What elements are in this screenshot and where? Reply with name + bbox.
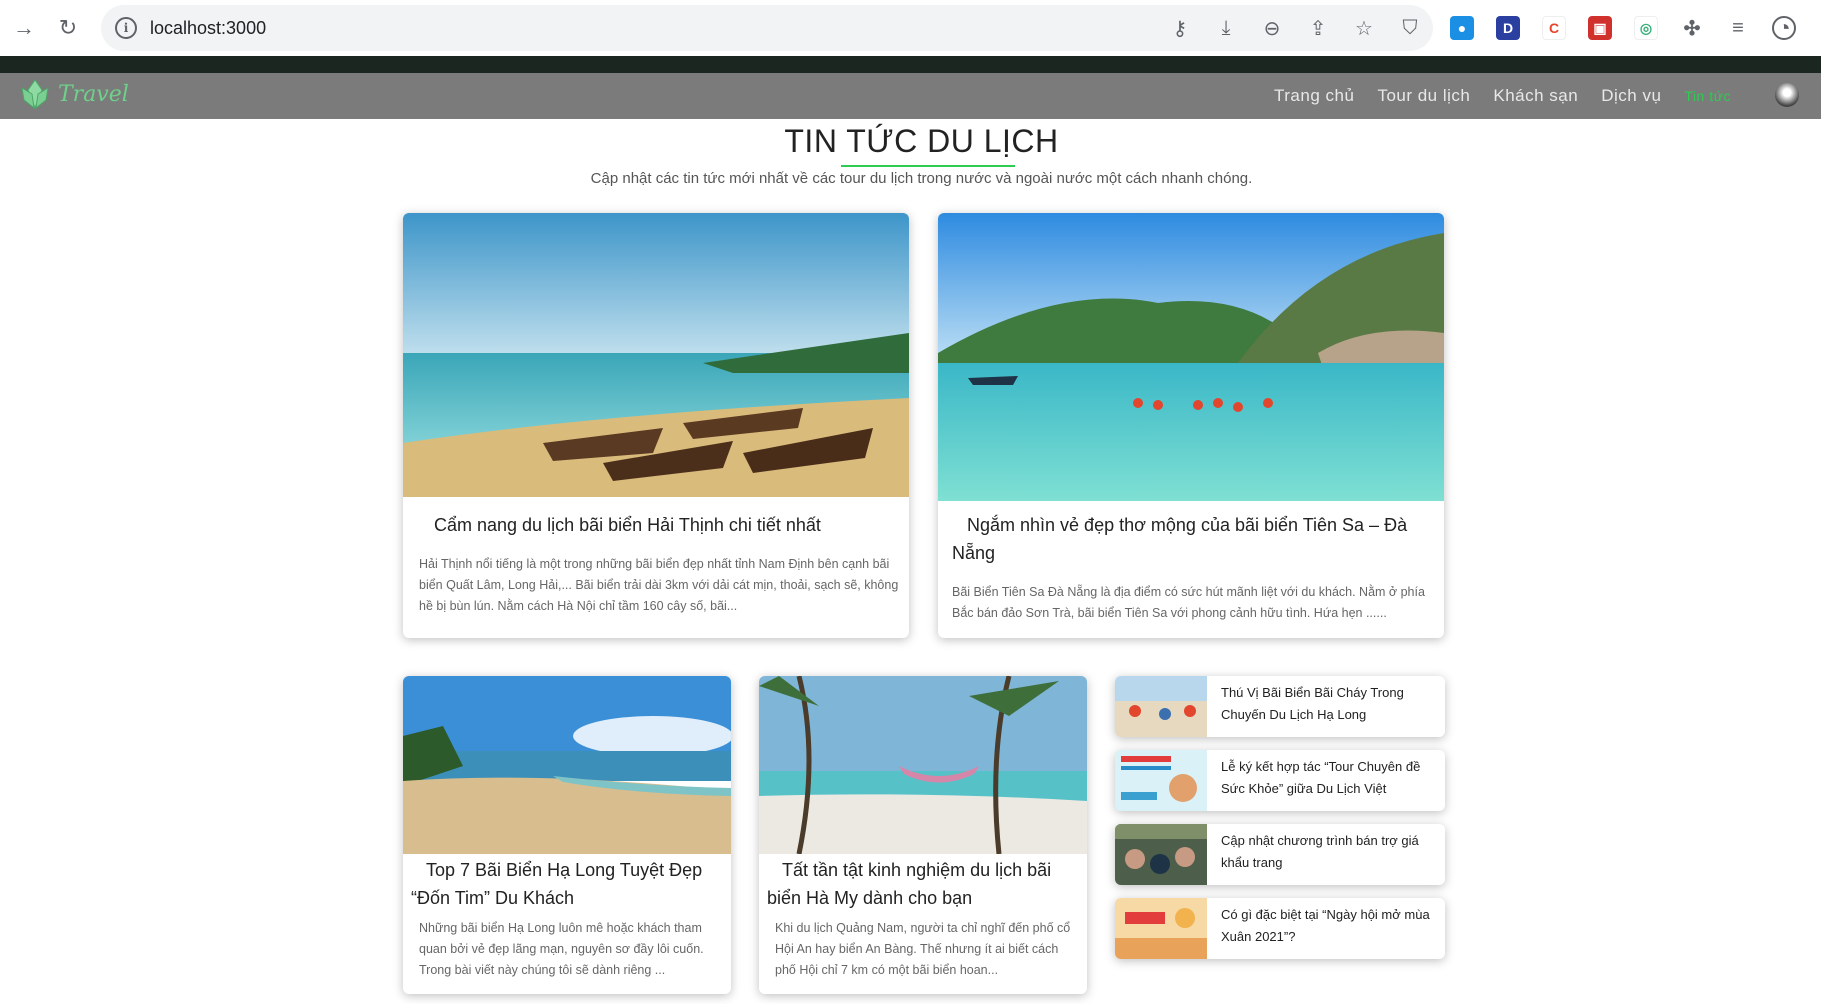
card-excerpt: Bãi Biển Tiên Sa Đà Nẵng là địa điểm có … bbox=[952, 585, 1425, 620]
palm-beach-image bbox=[403, 676, 731, 854]
news-thumbnail bbox=[1115, 750, 1207, 811]
news-thumbnail bbox=[1115, 676, 1207, 737]
nav-tours[interactable]: Tour du lịch bbox=[1377, 86, 1470, 106]
avatar[interactable] bbox=[1775, 83, 1799, 107]
hammock-beach-image bbox=[759, 676, 1087, 854]
article-card[interactable]: Top 7 Bãi Biển Hạ Long Tuyệt Đẹp “Đốn Ti… bbox=[403, 676, 731, 994]
d-extension-icon[interactable]: D bbox=[1496, 16, 1520, 40]
puzzle-icon[interactable]: ✣ bbox=[1680, 16, 1704, 40]
share-icon[interactable]: ⇪ bbox=[1305, 15, 1331, 41]
nav-news[interactable]: Tin tức bbox=[1684, 88, 1731, 104]
nav-hotels[interactable]: Khách sạn bbox=[1493, 86, 1578, 106]
profile-icon[interactable]: ◔ bbox=[1772, 15, 1796, 40]
featured-card[interactable]: Cẩm nang du lịch bãi biển Hải Thịnh chi … bbox=[403, 213, 909, 638]
sidebar-news-title[interactable]: Thú Vị Bãi Biển Bãi Cháy Trong Chuyến Du… bbox=[1221, 682, 1445, 726]
card-excerpt: Hải Thịnh nổi tiếng là một trong những b… bbox=[419, 557, 899, 613]
key-icon[interactable]: ⚷ bbox=[1167, 15, 1193, 41]
logo[interactable]: Travel bbox=[18, 78, 129, 110]
card-title[interactable]: Top 7 Bãi Biển Hạ Long Tuyệt Đẹp “Đốn Ti… bbox=[411, 856, 723, 912]
card-excerpt: Khi du lịch Quảng Nam, người ta chỉ nghĩ… bbox=[775, 921, 1071, 977]
playlist-icon[interactable]: ≡ bbox=[1726, 16, 1750, 40]
news-thumbnail bbox=[1115, 824, 1207, 885]
card-title[interactable]: Ngắm nhìn vẻ đẹp thơ mộng của bãi biển T… bbox=[952, 511, 1432, 567]
sidebar-news-title[interactable]: Có gì đặc biệt tại “Ngày hội mở mùa Xuân… bbox=[1221, 904, 1445, 948]
sidebar-news-title[interactable]: Lễ ký kết hợp tác “Tour Chuyên đề Sức Kh… bbox=[1221, 756, 1445, 800]
title-underline bbox=[841, 165, 1015, 167]
featured-card[interactable]: Ngắm nhìn vẻ đẹp thơ mộng của bãi biển T… bbox=[938, 213, 1444, 638]
sidebar-news-title[interactable]: Cập nhật chương trình bán trợ giá khẩu t… bbox=[1221, 830, 1445, 874]
card-title[interactable]: Cẩm nang du lịch bãi biển Hải Thịnh chi … bbox=[434, 511, 884, 539]
droplet-extension-icon[interactable]: ● bbox=[1450, 16, 1474, 40]
sidebar-news-item[interactable]: Cập nhật chương trình bán trợ giá khẩu t… bbox=[1115, 824, 1445, 885]
article-card[interactable]: Tất tần tật kinh nghiệm du lịch bãi biển… bbox=[759, 676, 1087, 994]
reload-icon[interactable]: ↻ bbox=[48, 8, 88, 48]
zoom-out-icon[interactable]: ⊖ bbox=[1259, 15, 1285, 41]
circle-extension-icon[interactable]: ◎ bbox=[1634, 16, 1658, 40]
page-subtitle: Cập nhật các tin tức mới nhất về các tou… bbox=[590, 170, 1253, 187]
page-title: TIN TỨC DU LỊCH bbox=[784, 123, 1059, 159]
star-icon[interactable]: ☆ bbox=[1351, 15, 1377, 41]
url-text: localhost:3000 bbox=[150, 17, 267, 38]
beach-boats-image bbox=[403, 213, 909, 497]
card-title[interactable]: Tất tần tật kinh nghiệm du lịch bãi biển… bbox=[767, 856, 1079, 912]
site-navbar: Travel Trang chủ Tour du lịch Khách sạn … bbox=[0, 73, 1821, 119]
bay-swimmers-image bbox=[938, 213, 1444, 501]
forward-icon[interactable]: → bbox=[4, 8, 44, 48]
sidebar-news-item[interactable]: Thú Vị Bãi Biển Bãi Cháy Trong Chuyến Du… bbox=[1115, 676, 1445, 737]
install-icon[interactable]: ⤓ bbox=[1213, 15, 1239, 41]
banner-strip bbox=[0, 56, 1821, 73]
news-thumbnail bbox=[1115, 898, 1207, 959]
card-excerpt: Những bãi biển Hạ Long luôn mê hoặc khác… bbox=[419, 921, 704, 977]
shield-icon[interactable]: ⛉ bbox=[1397, 15, 1423, 41]
logo-text: Travel bbox=[58, 81, 129, 107]
nav-services[interactable]: Dịch vụ bbox=[1601, 86, 1661, 106]
sidebar-news-item[interactable]: Có gì đặc biệt tại “Ngày hội mở mùa Xuân… bbox=[1115, 898, 1445, 959]
browser-toolbar: → ↻ i localhost:3000 ⚷ ⤓ ⊖ ⇪ ☆ ⛉ ● D C ▣… bbox=[0, 0, 1821, 56]
c-extension-icon[interactable]: C bbox=[1542, 16, 1566, 40]
info-icon[interactable]: i bbox=[115, 17, 137, 39]
lotus-icon bbox=[21, 79, 49, 110]
nav-home[interactable]: Trang chủ bbox=[1274, 86, 1354, 106]
sidebar-news-item[interactable]: Lễ ký kết hợp tác “Tour Chuyên đề Sức Kh… bbox=[1115, 750, 1445, 811]
red-extension-icon[interactable]: ▣ bbox=[1588, 16, 1612, 40]
address-bar[interactable]: i localhost:3000 ⚷ ⤓ ⊖ ⇪ ☆ ⛉ bbox=[101, 5, 1433, 51]
